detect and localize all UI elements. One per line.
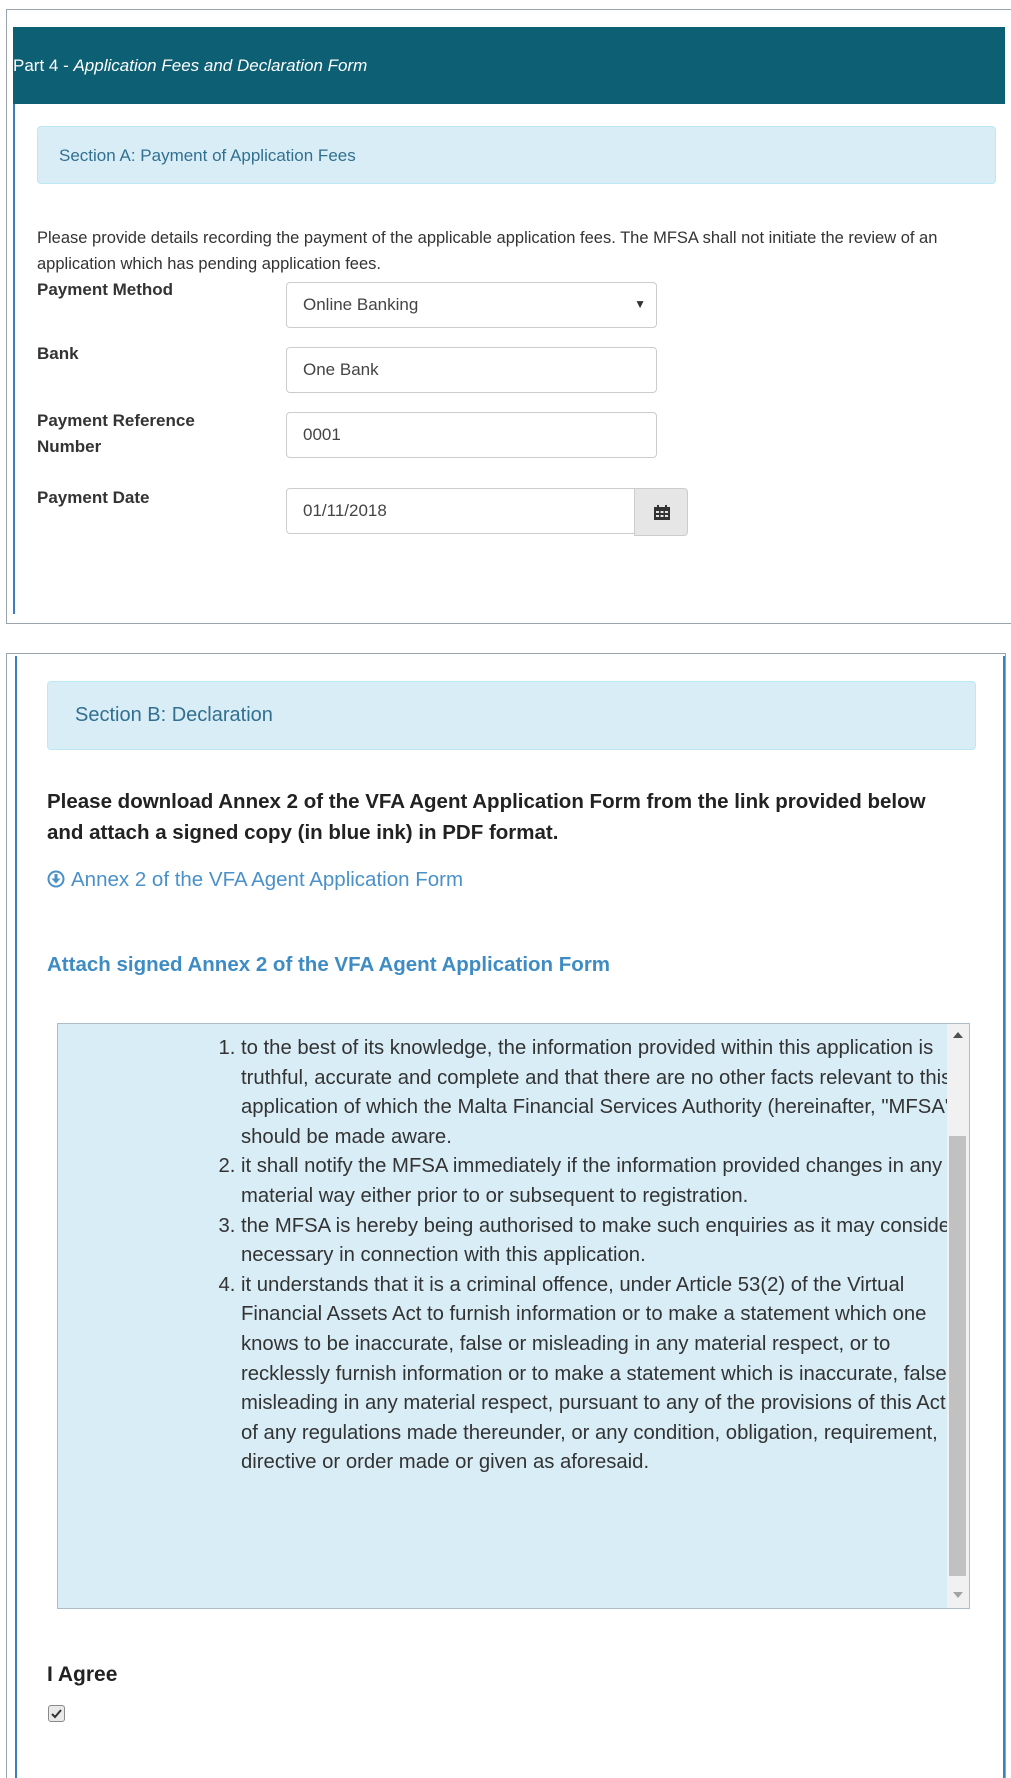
bank-value: One Bank bbox=[303, 360, 379, 379]
declaration-item: it shall notify the MFSA immediately if … bbox=[241, 1152, 969, 1211]
bank-label: Bank bbox=[37, 344, 79, 363]
payment-reference-label: Payment Reference Number bbox=[37, 411, 195, 456]
declaration-item: the MFSA is hereby being authorised to m… bbox=[241, 1212, 969, 1271]
payment-date-input[interactable]: 01/11/2018 bbox=[286, 488, 635, 534]
section-a-title: Section A: Payment of Application Fees bbox=[59, 146, 356, 165]
declaration-scroll-box[interactable]: to the best of its knowledge, the inform… bbox=[57, 1023, 970, 1609]
annex2-download-label: Annex 2 of the VFA Agent Application For… bbox=[71, 868, 464, 891]
bank-input[interactable]: One Bank bbox=[286, 347, 657, 393]
download-circle-icon bbox=[47, 870, 65, 888]
i-agree-label: I Agree bbox=[47, 1663, 118, 1686]
attach-annex2-upload[interactable]: Attach signed Annex 2 of the VFA Agent A… bbox=[47, 953, 610, 977]
payment-method-select[interactable]: Online Banking ▼ bbox=[286, 282, 657, 328]
calendar-button[interactable] bbox=[634, 488, 688, 536]
payment-reference-value: 0001 bbox=[303, 425, 341, 444]
scroll-up-arrow-icon[interactable] bbox=[953, 1032, 963, 1038]
calendar-icon bbox=[654, 505, 670, 520]
declaration-item: to the best of its knowledge, the inform… bbox=[241, 1034, 969, 1152]
part4-title: Part 4 - Application Fees and Declaratio… bbox=[13, 56, 368, 75]
i-agree-checkbox[interactable] bbox=[48, 1705, 65, 1722]
chevron-down-icon: ▼ bbox=[634, 297, 646, 311]
section-b-title: Section B: Declaration bbox=[75, 704, 273, 726]
annex2-download-link[interactable]: Annex 2 of the VFA Agent Application For… bbox=[47, 868, 463, 892]
part4-header: Part 4 - Application Fees and Declaratio… bbox=[13, 27, 1005, 104]
declaration-instruction: Please download Annex 2 of the VFA Agent… bbox=[47, 790, 926, 844]
section-a-intro: Please provide details recording the pay… bbox=[37, 229, 938, 273]
payment-method-label: Payment Method bbox=[37, 280, 174, 299]
payment-reference-input[interactable]: 0001 bbox=[286, 412, 657, 458]
declaration-list: to the best of its knowledge, the inform… bbox=[153, 1034, 969, 1478]
panel-accent-line bbox=[15, 656, 17, 1778]
declaration-item: it understands that it is a criminal off… bbox=[241, 1271, 969, 1478]
checkmark-icon bbox=[51, 1709, 62, 1719]
panel-accent-line bbox=[13, 104, 15, 614]
scroll-down-arrow-icon[interactable] bbox=[953, 1592, 963, 1598]
section-b-header: Section B: Declaration bbox=[47, 681, 976, 750]
scrollbar-thumb[interactable] bbox=[949, 1136, 966, 1576]
section-a-header: Section A: Payment of Application Fees bbox=[37, 126, 996, 184]
scrollbar[interactable] bbox=[947, 1024, 969, 1608]
panel-accent-line bbox=[1003, 656, 1005, 1778]
payment-date-value: 01/11/2018 bbox=[303, 501, 387, 520]
payment-method-value: Online Banking bbox=[303, 295, 419, 314]
payment-date-label: Payment Date bbox=[37, 488, 150, 507]
